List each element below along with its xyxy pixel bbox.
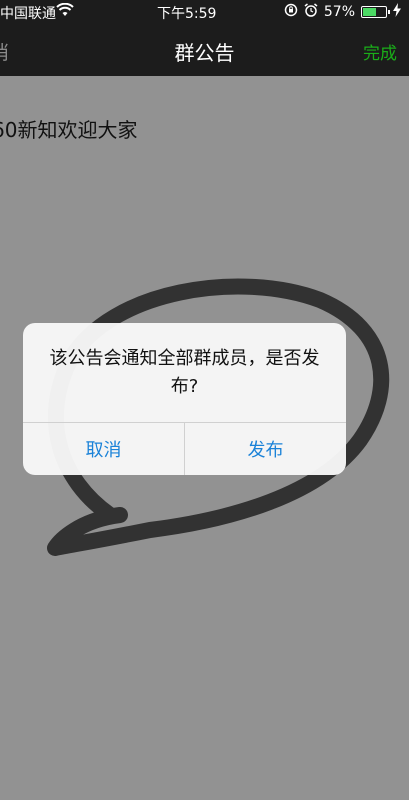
battery-fill [363, 8, 376, 16]
battery-icon [361, 6, 390, 18]
done-button[interactable]: 完成 [363, 39, 397, 64]
charging-icon [393, 3, 401, 21]
page-title: 群公告 [174, 41, 235, 65]
alarm-icon [304, 3, 318, 21]
status-bar: 中国联通 下午5:59 57% [0, 0, 409, 24]
cancel-button[interactable]: 取消 [23, 423, 184, 475]
wifi-icon [56, 2, 74, 21]
publish-button[interactable]: 发布 [185, 423, 346, 475]
battery-percent: 57% [323, 4, 355, 20]
nav-bar: 消 群公告 完成 [0, 24, 409, 76]
announcement-text[interactable]: 60新知欢迎大家 [0, 114, 137, 143]
clock-time: 下午5:59 [157, 6, 217, 22]
status-right-group: 57% [284, 3, 401, 21]
carrier-label: 中国联通 [0, 6, 56, 22]
orientation-lock-icon [284, 3, 298, 21]
publish-confirm-dialog: 该公告会通知全部群成员，是否发布? 取消 发布 [23, 323, 346, 475]
dialog-message: 该公告会通知全部群成员，是否发布? [49, 348, 320, 397]
